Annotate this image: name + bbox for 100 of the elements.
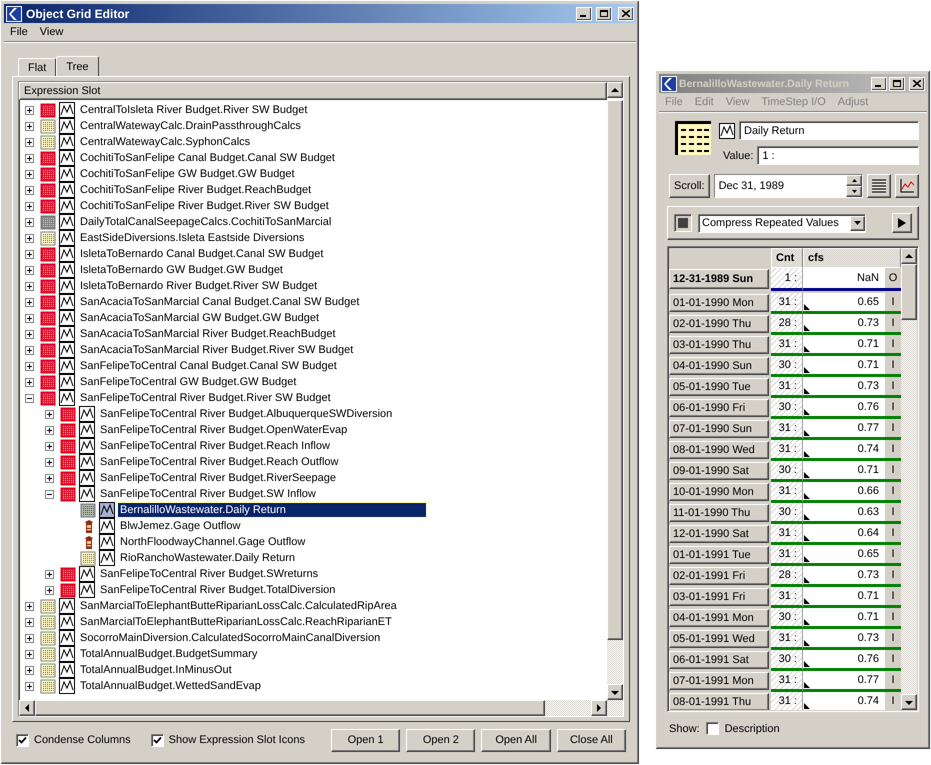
tree-item[interactable]: CochitiToSanFelipe River Budget.River SW Budget (78, 199, 331, 213)
checkbox[interactable] (706, 722, 719, 735)
tree-item[interactable]: SanAcaciaToSanMarcial River Budget.River SW Budget (78, 343, 356, 357)
row-header[interactable]: 04-01-1990 Sun (669, 357, 769, 375)
expand-icon[interactable] (25, 298, 34, 306)
menu-item[interactable]: File (4, 26, 34, 38)
tree-item[interactable]: CentralToIsleta River Budget.River SW Budget (78, 103, 310, 117)
tree-item[interactable]: RioRanchoWastewater.Daily Return (118, 551, 298, 565)
row-header[interactable]: 06-01-1991 Sat (669, 651, 769, 669)
checkbox[interactable] (16, 734, 29, 746)
tree-item[interactable]: BlwJemez.Gage Outflow (118, 519, 242, 533)
expand-icon[interactable] (45, 586, 54, 594)
expand-icon[interactable] (25, 202, 34, 210)
tree-item[interactable]: SanFelipeToCentral River Budget.OpenWaterEvap (98, 423, 350, 437)
expand-icon[interactable] (25, 378, 34, 386)
row-header[interactable]: 02-01-1991 Fri (669, 567, 769, 585)
tree-item[interactable]: SanMarcialToElephantButteRiparianLossCalc.ReachRiparianET (78, 615, 394, 629)
value-field[interactable]: 1 : (757, 146, 919, 165)
expand-icon[interactable] (45, 458, 54, 466)
tree-item[interactable]: SanFelipeToCentral River Budget.Reach Outflow (98, 455, 340, 469)
expand-icon[interactable] (25, 282, 34, 290)
tree-item[interactable]: SanFelipeToCentral River Budget.AlbuquerqueSWDiversion (98, 407, 394, 421)
scroll-right-button[interactable] (591, 700, 607, 716)
maximize-button[interactable] (596, 6, 612, 20)
expand-icon[interactable] (25, 122, 34, 130)
expand-icon[interactable] (25, 682, 34, 690)
row-header[interactable]: 12-31-1989 Sun (669, 269, 769, 289)
tree-item[interactable]: SanAcaciaToSanMarcial GW Budget.GW Budget (78, 311, 322, 325)
column-header[interactable]: Expression Slot (19, 82, 607, 100)
expand-icon[interactable] (45, 474, 54, 482)
expand-icon[interactable] (25, 650, 34, 658)
tree-item[interactable]: CochitiToSanFelipe Canal Budget.Canal SW Budget (78, 151, 337, 165)
row-header[interactable]: 07-01-1991 Mon (669, 672, 769, 690)
collapse-icon[interactable] (45, 490, 54, 498)
action-button[interactable]: Open 1 (330, 728, 400, 752)
scroll-down-button[interactable] (901, 694, 917, 710)
row-header[interactable]: 04-01-1991 Mon (669, 609, 769, 627)
list-view-button[interactable] (867, 174, 891, 198)
tab[interactable]: Flat (18, 58, 56, 76)
toggle-button[interactable] (674, 214, 692, 232)
tree-item[interactable]: CentralWatewayCalc.SyphonCalcs (78, 135, 252, 149)
tree-item[interactable]: CochitiToSanFelipe GW Budget.GW Budget (78, 167, 297, 181)
minimize-button[interactable] (871, 76, 887, 90)
tree-item[interactable]: SanFelipeToCentral GW Budget.GW Budget (78, 375, 298, 389)
tree-item[interactable]: IsletaToBernardo Canal Budget.Canal SW Budget (78, 247, 326, 261)
expand-icon[interactable] (25, 106, 34, 114)
tree-item[interactable]: SanMarcialToElephantButteRiparianLossCalc.CalculatedRipArea (78, 599, 399, 613)
expand-icon[interactable] (25, 218, 34, 226)
expand-icon[interactable] (25, 186, 34, 194)
action-button[interactable]: Open All (481, 728, 551, 752)
row-header[interactable]: 02-01-1990 Thu (669, 315, 769, 333)
close-button[interactable] (618, 6, 634, 20)
row-header[interactable]: 03-01-1991 Fri (669, 588, 769, 606)
collapse-icon[interactable] (25, 394, 34, 402)
expand-icon[interactable] (25, 170, 34, 178)
row-header[interactable]: 01-01-1990 Mon (669, 294, 769, 312)
expand-icon[interactable] (25, 362, 34, 370)
tree-item[interactable]: SanFelipeToCentral Canal Budget.Canal SW Budget (78, 359, 339, 373)
scroll-thumb[interactable] (901, 264, 917, 320)
tree-item[interactable]: SanFelipeToCentral River Budget.SW Inflow (98, 487, 318, 501)
maximize-button[interactable] (889, 76, 905, 90)
row-header[interactable]: 11-01-1990 Thu (669, 504, 769, 522)
expand-icon[interactable] (45, 426, 54, 434)
scroll-thumb[interactable] (35, 700, 545, 716)
tree-item[interactable]: IsletaToBernardo River Budget.River SW Budget (78, 279, 320, 293)
tree-item[interactable]: SanFelipeToCentral River Budget.River SW Budget (78, 391, 333, 405)
tree-item[interactable]: SanFelipeToCentral River Budget.RiverSeepage (98, 471, 338, 485)
tree-item[interactable]: SanFelipeToCentral River Budget.SWreturns (98, 567, 320, 581)
expand-icon[interactable] (25, 618, 34, 626)
tree-item[interactable]: EastSideDiversions.Isleta Eastside Diversions (78, 231, 306, 245)
expand-icon[interactable] (25, 634, 34, 642)
tree-item[interactable]: BernalilloWastewater.Daily Return (118, 503, 426, 517)
row-header[interactable]: 01-01-1991 Tue (669, 546, 769, 564)
display-mode-dropdown[interactable]: Compress Repeated Values (698, 214, 866, 232)
scroll-thumb[interactable] (607, 100, 623, 640)
expand-icon[interactable] (25, 602, 34, 610)
expand-icon[interactable] (25, 250, 34, 258)
row-header[interactable]: 10-01-1990 Mon (669, 483, 769, 501)
tree-item[interactable]: SanFelipeToCentral River Budget.Reach Inflow (98, 439, 332, 453)
expand-icon[interactable] (25, 154, 34, 162)
scroll-down-button[interactable] (607, 684, 623, 700)
expand-icon[interactable] (25, 266, 34, 274)
expand-icon[interactable] (25, 234, 34, 242)
tree-item[interactable]: SanFelipeToCentral River Budget.TotalDiversion (98, 583, 338, 597)
tree-item[interactable]: NorthFloodwayChannel.Gage Outflow (118, 535, 308, 549)
scroll-up-button[interactable] (901, 248, 917, 264)
tree-item[interactable]: CentralWatewayCalc.DrainPassthroughCalcs (78, 119, 303, 133)
menu-item[interactable]: View (34, 26, 70, 38)
play-button[interactable] (892, 213, 912, 233)
expand-icon[interactable] (25, 314, 34, 322)
row-header[interactable]: 08-01-1990 Wed (669, 441, 769, 459)
row-header[interactable]: 07-01-1990 Sun (669, 420, 769, 438)
tree-item[interactable]: TotalAnnualBudget.BudgetSummary (78, 647, 260, 661)
tree-item[interactable]: SocorroMainDiversion.CalculatedSocorroMainCanalDiversion (78, 631, 382, 645)
expand-icon[interactable] (25, 346, 34, 354)
minimize-button[interactable] (576, 6, 592, 20)
row-header[interactable]: 09-01-1990 Sat (669, 462, 769, 480)
expand-icon[interactable] (45, 442, 54, 450)
scroll-left-button[interactable] (19, 700, 35, 716)
expand-icon[interactable] (25, 138, 34, 146)
